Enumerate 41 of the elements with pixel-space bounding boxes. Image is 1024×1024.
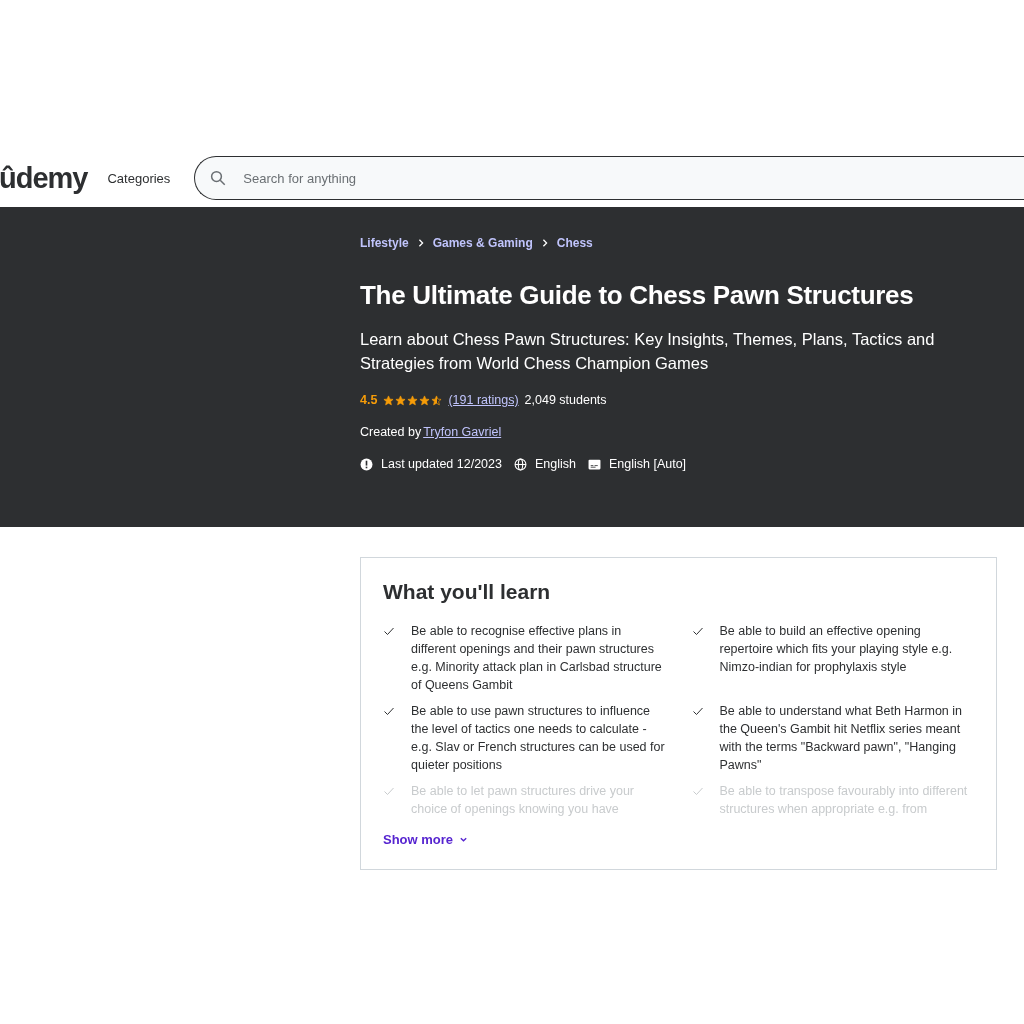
search-icon <box>209 169 228 187</box>
check-icon <box>691 625 704 637</box>
star-icon <box>383 394 395 406</box>
last-updated: Last updated 12/2023 <box>381 457 502 471</box>
star-icon <box>407 394 419 406</box>
chevron-icon <box>540 239 549 247</box>
search-field[interactable]: Search for anything <box>241 169 1024 187</box>
learning-item: Be able to use pawn structures to influence the level of tactics one needs to calculate - e.g. Slav or French structures can be used for quieter positions <box>411 703 665 774</box>
star-icon <box>395 394 407 406</box>
show-more-button[interactable]: Show more <box>383 832 469 847</box>
search-bar[interactable]: Search for anything <box>194 156 1024 200</box>
star-icon <box>419 394 431 406</box>
categories-link[interactable]: Categories <box>107 170 171 186</box>
course-subtitle: Learn about Chess Pawn Structures: Key Insights, Themes, Plans, Tactics and Strategies from World Chess Champion Games <box>360 329 936 374</box>
logo[interactable]: ûdemy <box>0 161 88 195</box>
star-icon <box>431 394 443 406</box>
breadcrumb-link[interactable]: Games & Gaming <box>432 235 533 250</box>
alert-icon <box>360 457 373 471</box>
course-title: The Ultimate Guide to Chess Pawn Structures <box>360 280 915 311</box>
learning-item: Be able to understand what Beth Harmon in the Queen's Gambit hit Netflix series meant with the terms "Backward pawn", "Hanging Pawns" <box>719 703 963 774</box>
learning-item: Be able to build an effective opening repertoire which fits your playing style e.g. Nimzo-indian for prophylaxis style <box>719 623 954 676</box>
check-icon <box>691 785 704 797</box>
section-title: What you'll learn <box>383 580 552 604</box>
chevron-down-icon <box>459 835 469 844</box>
check-icon <box>383 625 395 637</box>
ratings-link[interactable]: (191 ratings) <box>448 393 519 407</box>
breadcrumb-link[interactable]: Lifestyle <box>360 235 409 250</box>
chevron-icon <box>416 239 425 247</box>
check-icon <box>383 785 395 797</box>
captions-language: English [Auto] <box>608 457 687 471</box>
globe-icon <box>513 457 527 471</box>
language: English <box>534 457 576 471</box>
rating-value: 4.5 <box>360 393 378 407</box>
learning-item: Be able to recognise effective plans in different openings and their pawn structures e.g. Minority attack plan in Carlsbad structure of Queens Gambit <box>411 623 663 694</box>
author-link[interactable]: Tryfon Gavriel <box>423 425 502 439</box>
check-icon <box>691 705 704 717</box>
student-count: 2,049 students <box>524 393 607 407</box>
breadcrumb-link[interactable]: Chess <box>556 235 593 250</box>
check-icon <box>383 705 395 717</box>
captions-icon <box>587 458 601 470</box>
created-by-label: Created by <box>360 425 422 439</box>
